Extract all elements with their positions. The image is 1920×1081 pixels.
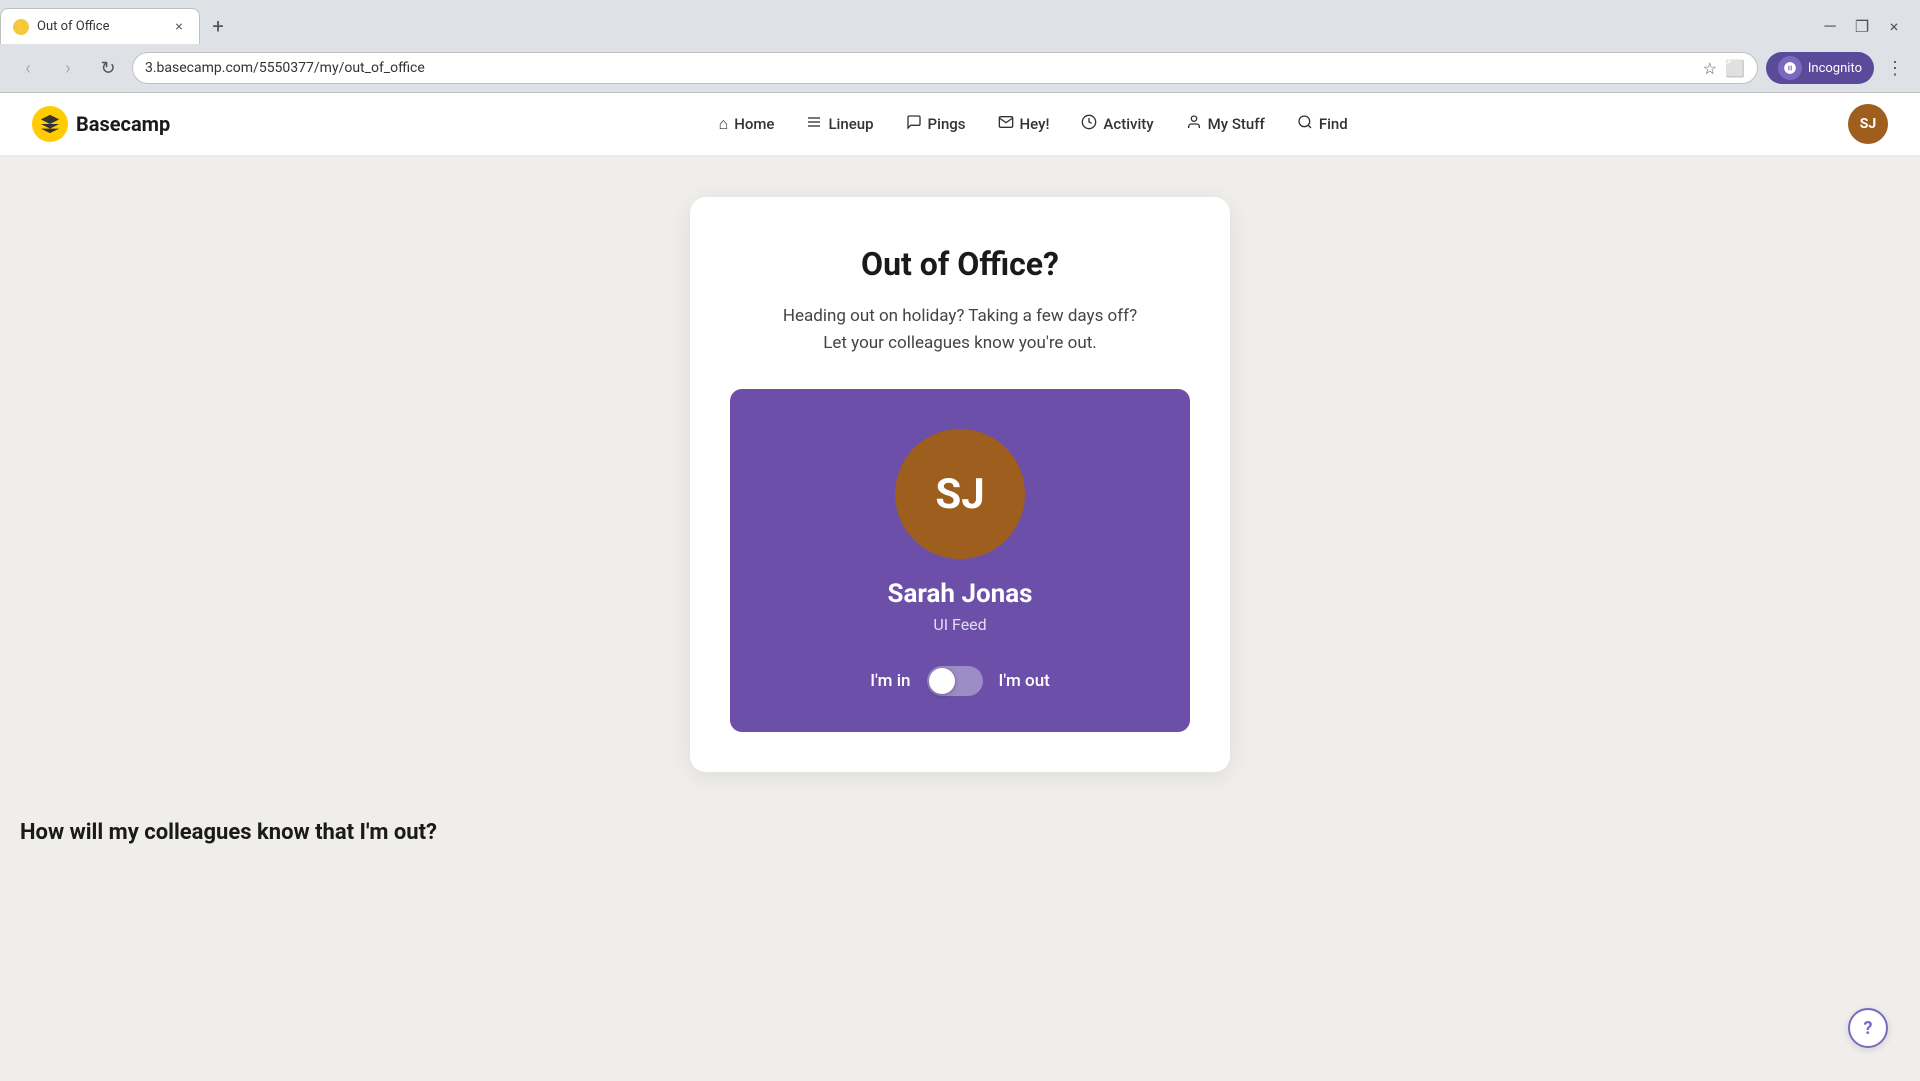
- help-button[interactable]: ?: [1848, 1008, 1888, 1048]
- office-toggle[interactable]: [927, 666, 983, 696]
- refresh-button[interactable]: ↻: [92, 52, 124, 84]
- tab-favicon: ⚡: [13, 19, 29, 35]
- back-button[interactable]: ‹: [12, 52, 44, 84]
- tab-title: Out of Office: [37, 19, 163, 34]
- nav-home[interactable]: ⌂ Home: [705, 106, 789, 142]
- avatar: SJ: [895, 429, 1025, 559]
- home-icon: ⌂: [719, 114, 729, 134]
- subtitle-line1: Heading out on holiday? Taking a few day…: [783, 306, 1137, 326]
- user-avatar[interactable]: SJ: [1848, 104, 1888, 144]
- tab-close-button[interactable]: ×: [171, 19, 187, 35]
- activity-icon: [1081, 114, 1097, 134]
- toggle-out-label: I'm out: [999, 671, 1050, 691]
- app-header: Basecamp ⌂ Home Lineup Pings: [0, 93, 1920, 157]
- hey-icon: [998, 114, 1014, 134]
- close-button[interactable]: ×: [1880, 12, 1908, 40]
- nav-find[interactable]: Find: [1283, 106, 1362, 142]
- url-bar[interactable]: 3.basecamp.com/5550377/my/out_of_office …: [132, 52, 1758, 84]
- out-of-office-card: Out of Office? Heading out on holiday? T…: [690, 197, 1230, 772]
- logo-text: Basecamp: [76, 112, 170, 136]
- nav-lineup[interactable]: Lineup: [792, 106, 887, 142]
- toggle-thumb: [929, 668, 955, 694]
- main-nav: ⌂ Home Lineup Pings: [218, 106, 1848, 142]
- pings-icon: [906, 114, 922, 134]
- find-icon: [1297, 114, 1313, 134]
- restore-button[interactable]: ❐: [1848, 12, 1876, 40]
- nav-activity[interactable]: Activity: [1067, 106, 1167, 142]
- incognito-icon: [1778, 56, 1802, 80]
- section-heading: How will my colleagues know that I'm out…: [20, 820, 560, 845]
- profile-name: Sarah Jonas: [887, 579, 1032, 609]
- address-bar: ‹ › ↻ 3.basecamp.com/5550377/my/out_of_o…: [0, 44, 1920, 92]
- subtitle-line2: Let your colleagues know you're out.: [823, 333, 1097, 353]
- card-subtitle: Heading out on holiday? Taking a few day…: [730, 303, 1190, 357]
- nav-lineup-label: Lineup: [828, 115, 873, 133]
- url-text: 3.basecamp.com/5550377/my/out_of_office: [145, 60, 1695, 76]
- browser-menu-button[interactable]: ⋮: [1882, 54, 1908, 83]
- nav-my-stuff-label: My Stuff: [1208, 115, 1265, 133]
- lineup-icon: [806, 114, 822, 134]
- active-tab[interactable]: ⚡ Out of Office ×: [0, 8, 200, 44]
- toggle-row: I'm in I'm out: [870, 666, 1050, 696]
- profile-card: SJ Sarah Jonas UI Feed I'm in I'm out: [730, 389, 1190, 732]
- nav-pings[interactable]: Pings: [892, 106, 980, 142]
- nav-find-label: Find: [1319, 115, 1348, 133]
- basecamp-logo-icon: [32, 106, 68, 142]
- forward-button[interactable]: ›: [52, 52, 84, 84]
- page-title: Out of Office?: [730, 245, 1190, 283]
- minimize-button[interactable]: ─: [1816, 12, 1844, 40]
- my-stuff-icon: [1186, 114, 1202, 134]
- nav-hey-label: Hey!: [1020, 115, 1050, 133]
- new-tab-button[interactable]: +: [204, 12, 232, 40]
- logo-area[interactable]: Basecamp: [32, 106, 170, 142]
- incognito-button[interactable]: Incognito: [1766, 52, 1874, 84]
- nav-pings-label: Pings: [928, 115, 966, 133]
- toggle-in-label: I'm in: [870, 671, 910, 691]
- nav-home-label: Home: [734, 115, 774, 133]
- bookmark-icon[interactable]: ☆: [1703, 59, 1717, 78]
- nav-hey[interactable]: Hey!: [984, 106, 1064, 142]
- incognito-label: Incognito: [1808, 61, 1862, 76]
- profile-team: UI Feed: [933, 615, 986, 634]
- page-content: Out of Office? Heading out on holiday? T…: [0, 157, 1920, 1081]
- split-view-icon[interactable]: ⬜: [1725, 59, 1745, 78]
- nav-activity-label: Activity: [1103, 115, 1153, 133]
- nav-my-stuff[interactable]: My Stuff: [1172, 106, 1279, 142]
